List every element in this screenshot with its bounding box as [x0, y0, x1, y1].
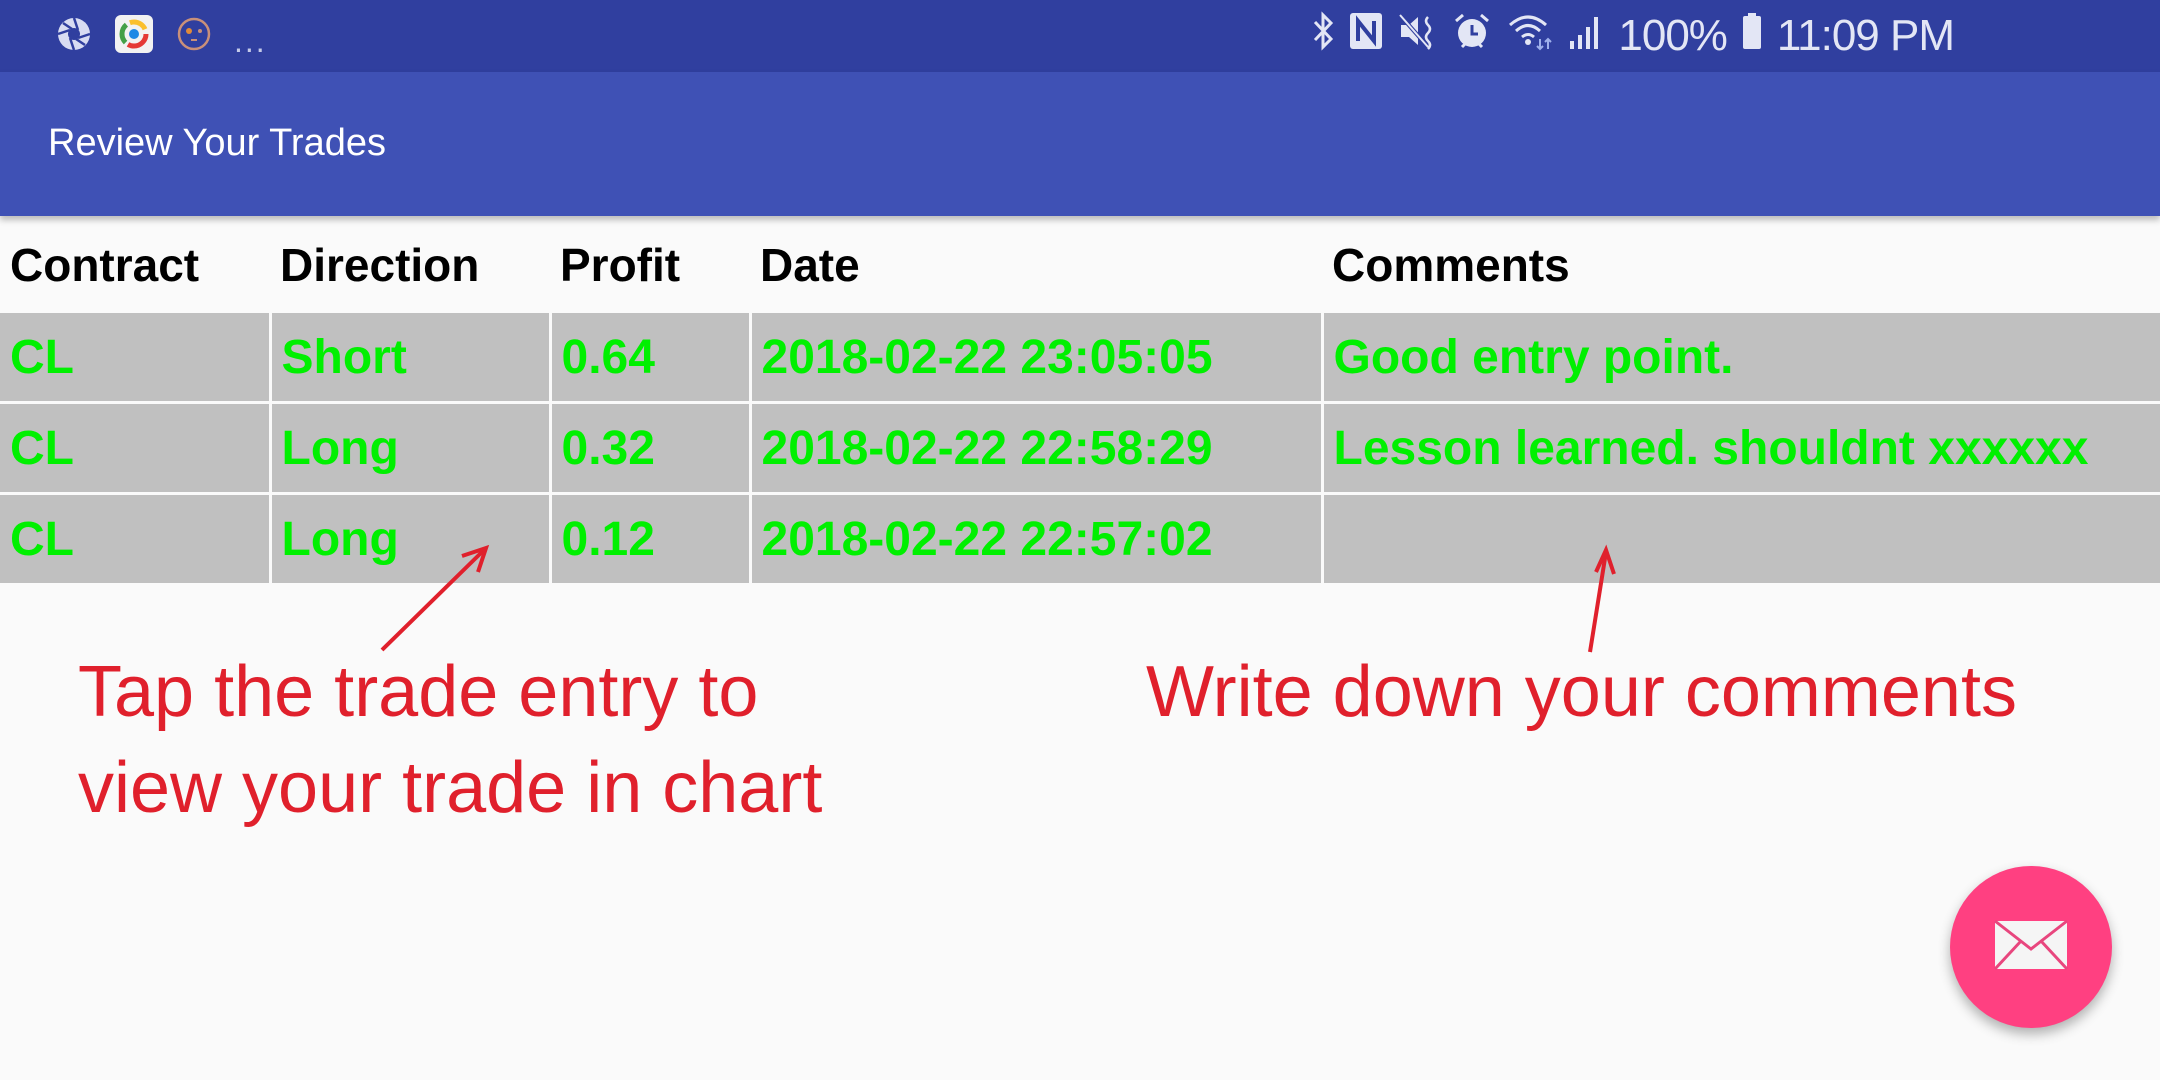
cell-contract[interactable]: CL [0, 401, 272, 495]
cell-direction[interactable]: Long [268, 492, 552, 586]
more-notifications-icon: ... [234, 22, 267, 59]
trade-row[interactable]: CL Long 0.32 2018-02-22 22:58:29 Lesson … [0, 401, 2160, 495]
wifi-icon [1506, 11, 1554, 62]
bluetooth-icon [1312, 10, 1334, 62]
email-icon [1993, 919, 2069, 976]
cell-contract[interactable]: CL [0, 310, 272, 404]
annotation-line: Tap the trade entry to [78, 652, 759, 732]
cell-comments[interactable]: Good entry point. [1320, 310, 2160, 404]
cell-date[interactable]: 2018-02-22 22:58:29 [748, 401, 1324, 495]
annotation-tap-hint: Tap the trade entry to view your trade i… [78, 644, 822, 836]
clock: 11:09 PM [1776, 11, 1955, 60]
alarm-icon [1452, 11, 1492, 62]
cell-direction[interactable]: Long [268, 401, 552, 495]
header-direction: Direction [280, 239, 480, 291]
system-status: 100% 11:09 PM [1312, 10, 1955, 62]
cell-profit[interactable]: 0.12 [548, 492, 752, 586]
app-bar: Review Your Trades [0, 72, 2160, 216]
cell-contract[interactable]: CL [0, 492, 272, 586]
trades-table: Contract Direction Profit Date Comments … [0, 220, 2160, 586]
annotation-comments-hint: Write down your comments [1146, 652, 2017, 732]
cell-direction[interactable]: Short [268, 310, 552, 404]
header-contract: Contract [10, 239, 200, 291]
signal-icon [1568, 11, 1604, 62]
notification-icons: ... [56, 14, 267, 59]
trade-row[interactable]: CL Long 0.12 2018-02-22 22:57:02 [0, 492, 2160, 586]
app-launcher-icon [114, 14, 154, 59]
header-profit: Profit [560, 239, 681, 291]
annotation-line: view your trade in chart [78, 748, 823, 828]
mute-vibrate-icon [1398, 11, 1438, 62]
trade-row[interactable]: CL Short 0.64 2018-02-22 23:05:05 Good e… [0, 310, 2160, 404]
battery-icon [1741, 11, 1763, 62]
face-icon [176, 16, 212, 57]
header-comments: Comments [1332, 239, 1570, 291]
cell-date[interactable]: 2018-02-22 23:05:05 [748, 310, 1324, 404]
battery-percent: 100% [1618, 11, 1728, 60]
header-date: Date [760, 239, 860, 291]
cell-profit[interactable]: 0.64 [548, 310, 752, 404]
cell-profit[interactable]: 0.32 [548, 401, 752, 495]
cell-comments[interactable]: Lesson learned. shouldnt xxxxxx [1320, 401, 2160, 495]
email-fab-button[interactable] [1950, 866, 2112, 1028]
nfc-icon [1348, 11, 1384, 62]
status-bar: ... 100% 11:09 PM [0, 0, 2160, 72]
cell-comments[interactable] [1320, 492, 2160, 586]
table-header-row: Contract Direction Profit Date Comments [0, 220, 2160, 312]
cell-date[interactable]: 2018-02-22 22:57:02 [748, 492, 1324, 586]
camera-aperture-icon [56, 16, 92, 57]
page-title: Review Your Trades [48, 122, 386, 164]
